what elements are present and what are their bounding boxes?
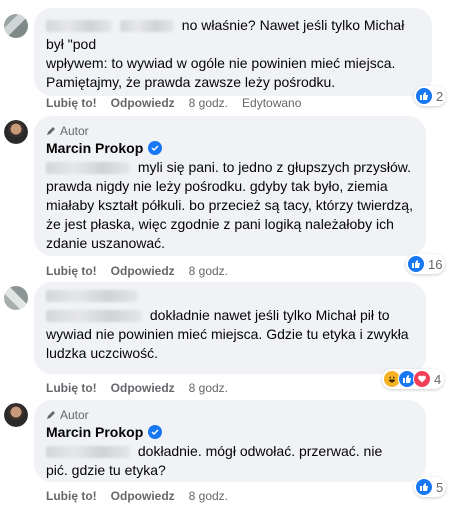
comment-actions: Lubię to! Odpowiedz 8 godz. Edytowano bbox=[46, 96, 315, 110]
timestamp[interactable]: 8 godz. bbox=[189, 264, 228, 278]
comment-bubble: no właśnie? Nawet jeśli tylko Michał był… bbox=[34, 8, 432, 96]
timestamp[interactable]: 8 godz. bbox=[189, 489, 228, 503]
reply-button[interactable]: Odpowiedz bbox=[111, 96, 175, 110]
author-badge: Autor bbox=[60, 408, 89, 422]
edited-label: Edytowano bbox=[242, 96, 302, 110]
blurred-mention bbox=[119, 20, 174, 33]
blurred-mention bbox=[46, 446, 130, 459]
like-button[interactable]: Lubię to! bbox=[46, 381, 97, 395]
author-name[interactable]: Marcin Prokop bbox=[46, 424, 143, 440]
reactions-count: 4 bbox=[434, 371, 442, 387]
comment-bubble: Autor Marcin Prokop dokładnie. mógł odwo… bbox=[34, 400, 426, 482]
reactions-count: 16 bbox=[428, 256, 443, 272]
reactions-summary[interactable]: 2 bbox=[414, 86, 447, 106]
verified-badge-icon bbox=[148, 141, 163, 155]
reply-button[interactable]: Odpowiedz bbox=[111, 489, 175, 503]
reactions-summary[interactable]: 4 bbox=[382, 369, 445, 389]
reply-button[interactable]: Odpowiedz bbox=[111, 264, 175, 278]
pen-icon bbox=[47, 411, 55, 419]
reactions-count: 2 bbox=[436, 88, 444, 104]
blurred-username bbox=[46, 20, 112, 33]
comment-text: dokładnie. mógł odwołać. przerwać. nie bbox=[137, 443, 383, 459]
pen-icon bbox=[47, 127, 55, 135]
reactions-count: 5 bbox=[436, 479, 444, 495]
author-avatar[interactable] bbox=[4, 120, 28, 144]
verified-badge-icon bbox=[148, 425, 163, 439]
comment-actions: Lubię to! Odpowiedz 8 godz. bbox=[46, 264, 242, 278]
blurred-mention bbox=[46, 310, 142, 323]
author-name[interactable]: Marcin Prokop bbox=[46, 140, 143, 156]
reactions-summary[interactable]: 16 bbox=[406, 254, 446, 274]
author-badge-row: Autor bbox=[46, 408, 414, 422]
comment-bubble: Autor Marcin Prokop myli się pani. to je… bbox=[34, 116, 426, 256]
like-icon bbox=[415, 87, 433, 105]
comment-text: myli się pani. to jedno z głupszych przy… bbox=[137, 159, 412, 175]
blurred-mention bbox=[46, 162, 130, 175]
author-avatar[interactable] bbox=[4, 403, 28, 427]
timestamp[interactable]: 8 godz. bbox=[189, 96, 228, 110]
like-icon bbox=[415, 478, 433, 496]
author-badge: Autor bbox=[60, 124, 89, 138]
timestamp[interactable]: 8 godz. bbox=[189, 381, 228, 395]
reactions-summary[interactable]: 5 bbox=[414, 477, 447, 497]
blurred-username bbox=[46, 290, 138, 302]
love-icon bbox=[413, 370, 431, 388]
author-badge-row: Autor bbox=[46, 124, 414, 138]
like-button[interactable]: Lubię to! bbox=[46, 264, 97, 278]
reply-button[interactable]: Odpowiedz bbox=[111, 381, 175, 395]
comment-text: dokładnie nawet jeśli tylko Michał pił t… bbox=[149, 307, 390, 323]
like-button[interactable]: Lubię to! bbox=[46, 489, 97, 503]
comment-actions: Lubię to! Odpowiedz 8 godz. bbox=[46, 489, 242, 503]
avatar[interactable] bbox=[4, 14, 28, 38]
like-icon bbox=[407, 255, 425, 273]
like-button[interactable]: Lubię to! bbox=[46, 96, 97, 110]
comment-actions: Lubię to! Odpowiedz 8 godz. bbox=[46, 381, 242, 395]
comment-bubble: dokładnie nawet jeśli tylko Michał pił t… bbox=[34, 282, 426, 374]
avatar[interactable] bbox=[4, 286, 28, 310]
